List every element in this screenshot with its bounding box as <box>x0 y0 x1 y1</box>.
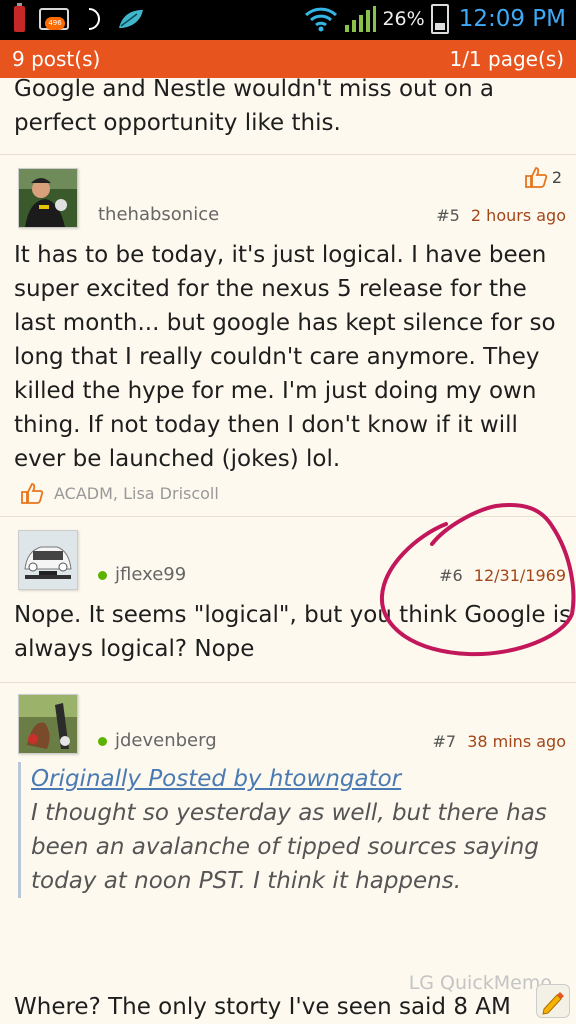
post-number[interactable]: #7 <box>433 732 457 751</box>
battery-saver-icon <box>14 3 25 32</box>
battery-icon <box>430 4 449 34</box>
signal-icon <box>345 6 377 32</box>
thumbs-up-icon <box>21 483 44 504</box>
post-body: Where? The only storty I've seen said 8 … <box>14 994 511 1020</box>
divider <box>0 682 576 683</box>
thanks-row: ACADM, Lisa Driscoll <box>20 482 219 504</box>
mail-badge: 496 <box>45 17 65 30</box>
like-counter[interactable]: 2 <box>524 166 562 188</box>
avatar-car-icon <box>19 531 77 589</box>
post-meta: #5 2 hours ago <box>436 206 566 225</box>
post-username[interactable]: jdevenberg <box>98 730 217 751</box>
post-time: 12/31/1969 <box>473 566 566 585</box>
post-number[interactable]: #6 <box>439 566 463 585</box>
moon-icon <box>88 8 100 30</box>
avatar-jdevenberg[interactable] <box>18 694 78 754</box>
quote-text: I thought so yesterday as well, but ther… <box>31 800 547 894</box>
post-username[interactable]: thehabsonice <box>98 204 219 225</box>
clock: 12:09 PM <box>458 6 566 32</box>
battery-percent: 26% <box>382 8 425 30</box>
page-indicator[interactable]: 1/1 page(s) <box>449 47 564 71</box>
online-status-dot <box>98 736 107 746</box>
avatar-jflexe99[interactable] <box>18 530 78 590</box>
previous-post-body: Google and Nestle wouldn't miss out on a… <box>14 76 494 136</box>
avatar-photo-icon <box>19 695 77 753</box>
quickmemo-pen-icon <box>542 992 564 1015</box>
post-count: 9 post(s) <box>12 47 101 71</box>
post-meta: #7 38 mins ago <box>433 732 566 751</box>
divider <box>0 154 576 155</box>
like-count: 2 <box>551 167 562 187</box>
thumbs-up-icon <box>524 167 548 188</box>
quote-block: Originally Posted by htowngator I though… <box>18 762 566 898</box>
mail-icon: 496 <box>39 8 69 30</box>
avatar-photo-icon <box>19 169 77 227</box>
wifi-icon <box>305 7 338 32</box>
quickmemo-watermark: LG QuickMemo <box>408 972 552 994</box>
post-body: It has to be today, it's just logical. I… <box>14 242 556 472</box>
username-text: jflexe99 <box>115 564 187 585</box>
status-bar: 496 26% 12:09 PM <box>0 0 576 40</box>
post-time: 38 mins ago <box>467 732 566 751</box>
divider <box>0 516 576 517</box>
leaf-icon <box>119 10 143 28</box>
thanked-by-list[interactable]: ACADM, Lisa Driscoll <box>54 484 219 503</box>
quickmemo-button[interactable] <box>536 984 570 1018</box>
username-text: jdevenberg <box>115 730 217 751</box>
post-body: Nope. It seems "logical", but you think … <box>14 602 572 662</box>
post-number[interactable]: #5 <box>436 206 460 225</box>
quote-source-link[interactable]: Originally Posted by htowngator <box>31 762 566 796</box>
post-time: 2 hours ago <box>470 206 566 225</box>
post-meta: #6 12/31/1969 <box>439 566 566 585</box>
post-username[interactable]: jflexe99 <box>98 564 186 585</box>
online-status-dot <box>98 570 107 580</box>
avatar-thehabsonice[interactable] <box>18 168 78 228</box>
